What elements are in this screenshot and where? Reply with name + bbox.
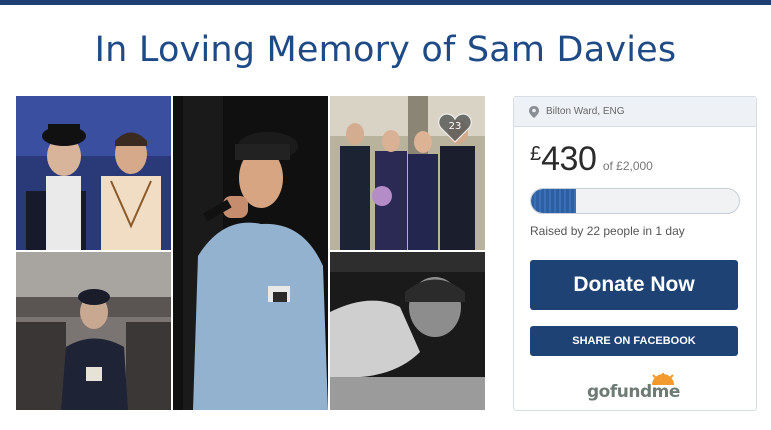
location-pin-icon — [529, 105, 539, 118]
page-title: In Loving Memory of Sam Davies — [94, 30, 677, 70]
location-text: Bilton Ward, ENG — [546, 106, 625, 117]
photo-count: 23 — [448, 121, 462, 132]
donation-panel: Bilton Ward, ENG £430 of £2,000 Raised b… — [513, 96, 757, 411]
photo-performer[interactable] — [173, 96, 328, 410]
raised-by-text: Raised by 22 people in 1 day — [530, 224, 685, 238]
photo-count-badge[interactable]: 23 — [438, 113, 472, 143]
top-accent-bar — [0, 0, 771, 5]
progress-bar — [530, 188, 740, 214]
location-bar: Bilton Ward, ENG — [514, 97, 756, 127]
raised-amount: 430 — [541, 140, 597, 178]
currency-symbol: £ — [530, 143, 542, 165]
photo-sleeping-young-man[interactable] — [330, 252, 485, 410]
donate-now-button[interactable]: Donate Now — [530, 260, 738, 310]
raised-summary: £430 of £2,000 — [530, 140, 653, 179]
progress-fill — [531, 189, 576, 213]
photo-seated-young-man[interactable] — [16, 252, 171, 410]
goal-text: of £2,000 — [602, 159, 653, 173]
photo-two-friends[interactable] — [16, 96, 171, 250]
share-facebook-button[interactable]: SHARE ON FACEBOOK — [530, 326, 738, 356]
brand-name: gofundme — [587, 382, 680, 402]
gofundme-logo[interactable]: gofundme — [584, 373, 684, 403]
